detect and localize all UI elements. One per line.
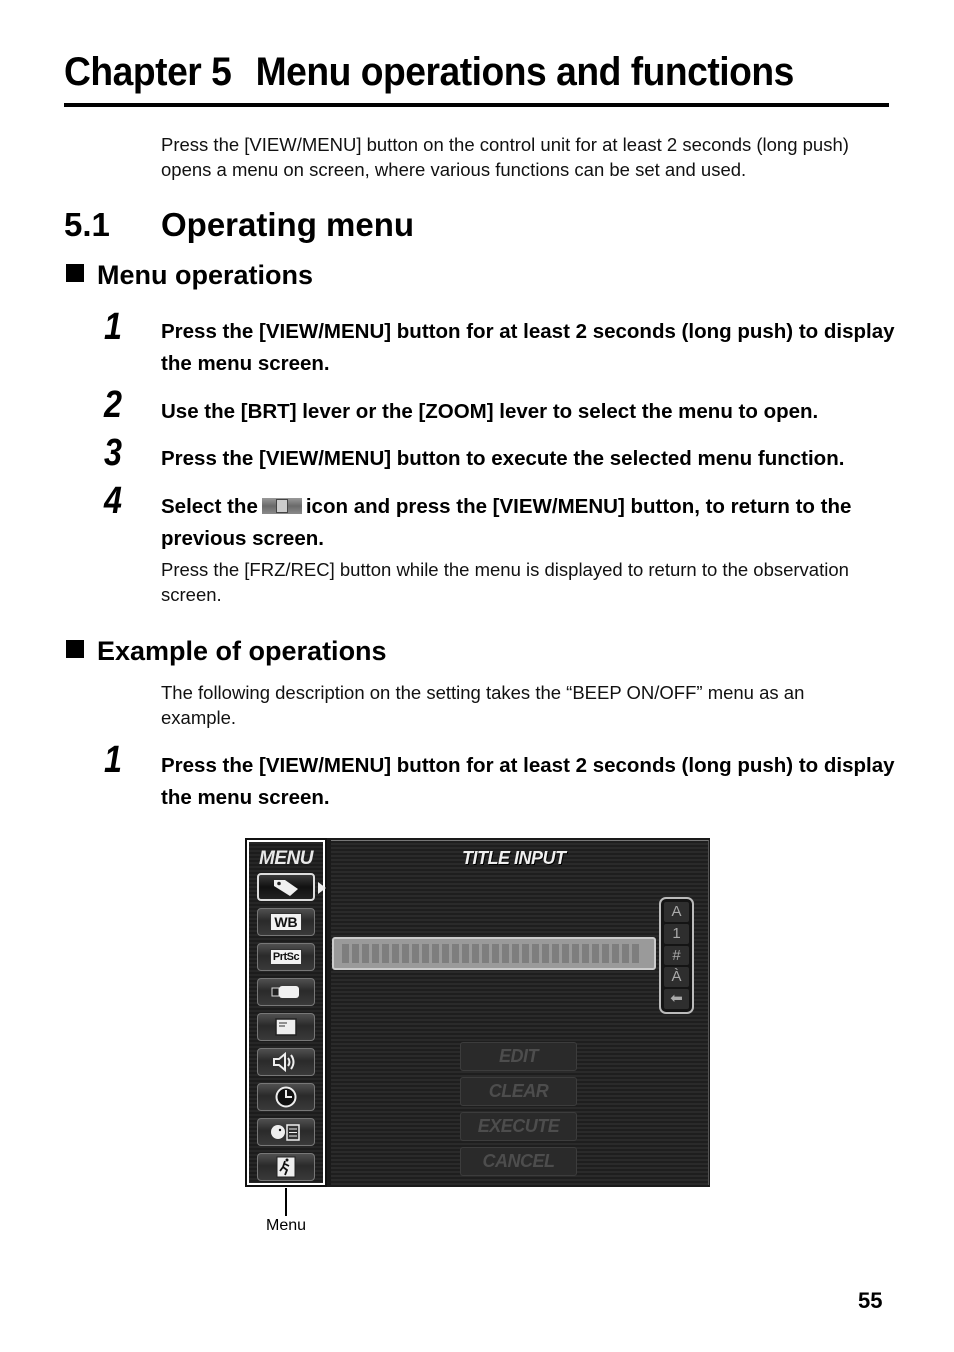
step-text: Select the icon and press the [VIEW/MENU]… [161,491,901,555]
step-number: 2 [104,384,122,426]
menu-item-beep[interactable] [257,1048,315,1076]
title-input-field[interactable] [332,937,656,970]
character-cell [412,944,419,963]
heading-text: Example of operations [97,636,387,666]
character-cell [612,944,619,963]
character-cell [592,944,599,963]
menu-item-language[interactable] [257,1118,315,1146]
char-mode-key[interactable]: 1 [664,923,689,944]
clear-button[interactable]: CLEAR [460,1077,577,1106]
step-number: 3 [104,432,122,474]
backspace-key[interactable]: ⬅ [664,989,689,1009]
bullet-square-icon [66,640,84,658]
character-cell [492,944,499,963]
print-screen-icon: PrtSc [269,949,303,965]
menu-operations-heading: Menu operations [66,260,313,291]
character-cell [452,944,459,963]
step-number: 4 [104,480,122,522]
clock-icon [275,1086,297,1108]
intro-paragraph: Press the [VIEW/MENU] button on the cont… [161,134,849,180]
section-number: 5.1 [64,206,110,243]
cancel-button[interactable]: CANCEL [460,1147,577,1176]
step-text-before: Select the [161,495,258,518]
window-icon [275,1018,297,1036]
section-heading: 5.1 Operating menu [64,206,414,244]
character-cell [542,944,549,963]
character-cell [472,944,479,963]
page-number: 55 [858,1288,883,1313]
usb-drive-icon [271,986,299,998]
callout-line [285,1188,287,1216]
chapter-name: Menu operations and functions [255,50,795,94]
character-cell [362,944,369,963]
char-mode-key[interactable]: # [664,945,689,966]
white-balance-icon: WB [270,913,302,931]
step-note: Press the [FRZ/REC] button while the men… [161,559,849,605]
title-input-panel: TITLE INPUT A 1 # À ⬅ EDIT CLEAR EXECUTE CAN… [331,840,709,1185]
tag-icon [274,880,298,896]
character-cell [372,944,379,963]
example-description: The following description on the setting… [161,682,805,728]
character-cell [432,944,439,963]
chapter-title: Chapter 5 Menu operations and functions [64,50,794,95]
menu-item-title[interactable] [257,873,315,901]
step-text: Use the [BRT] lever or the [ZOOM] lever … [161,400,819,423]
execute-button[interactable]: EXECUTE [460,1112,577,1141]
char-mode-key[interactable]: À [664,967,689,988]
speaker-icon [273,1052,295,1072]
menu-sidebar: MENU WB PrtSc [245,838,327,1187]
bullet-square-icon [66,264,84,282]
heading-text: Menu operations [97,260,314,290]
character-cell [462,944,469,963]
selection-arrow-icon [318,882,326,894]
char-mode-key[interactable]: A [664,902,689,922]
step-text: Press the [VIEW/MENU] button for at leas… [161,320,895,375]
step-number: 1 [104,739,122,781]
character-cell [352,944,359,963]
character-mode-picker: A 1 # À ⬅ [659,897,694,1014]
character-cell [552,944,559,963]
chapter-number: Chapter 5 [64,50,232,94]
menu-item-display[interactable] [257,1013,315,1041]
character-cell [512,944,519,963]
menu-item-exit[interactable] [257,1153,315,1181]
menu-title: MENU [259,848,313,869]
character-cell [562,944,569,963]
character-cell [582,944,589,963]
exit-icon [276,1156,296,1178]
callout-label: Menu [266,1217,307,1234]
menu-item-print-screen[interactable]: PrtSc [257,943,315,971]
panel-title: TITLE INPUT [462,848,566,868]
language-icon [271,1124,300,1141]
menu-item-clock[interactable] [257,1083,315,1111]
character-cell [632,944,639,963]
step-text: Press the [VIEW/MENU] button for at leas… [161,754,895,809]
character-cell [422,944,429,963]
exit-icon [261,498,302,514]
character-cell [382,944,389,963]
section-title: Operating menu [161,206,415,243]
step-number: 1 [104,306,122,348]
character-cell [342,944,349,963]
edit-button[interactable]: EDIT [460,1042,577,1071]
character-cell [402,944,409,963]
step-text: Press the [VIEW/MENU] button to execute … [161,447,845,470]
character-cell [482,944,489,963]
character-cell [502,944,509,963]
character-cell [392,944,399,963]
character-cell [532,944,539,963]
chapter-divider [64,103,889,107]
character-cell [442,944,449,963]
example-heading: Example of operations [66,636,387,667]
menu-item-white-balance[interactable]: WB [257,908,315,936]
character-cell [572,944,579,963]
character-cell [602,944,609,963]
character-cell [522,944,529,963]
character-cell [622,944,629,963]
menu-item-usb[interactable] [257,978,315,1006]
